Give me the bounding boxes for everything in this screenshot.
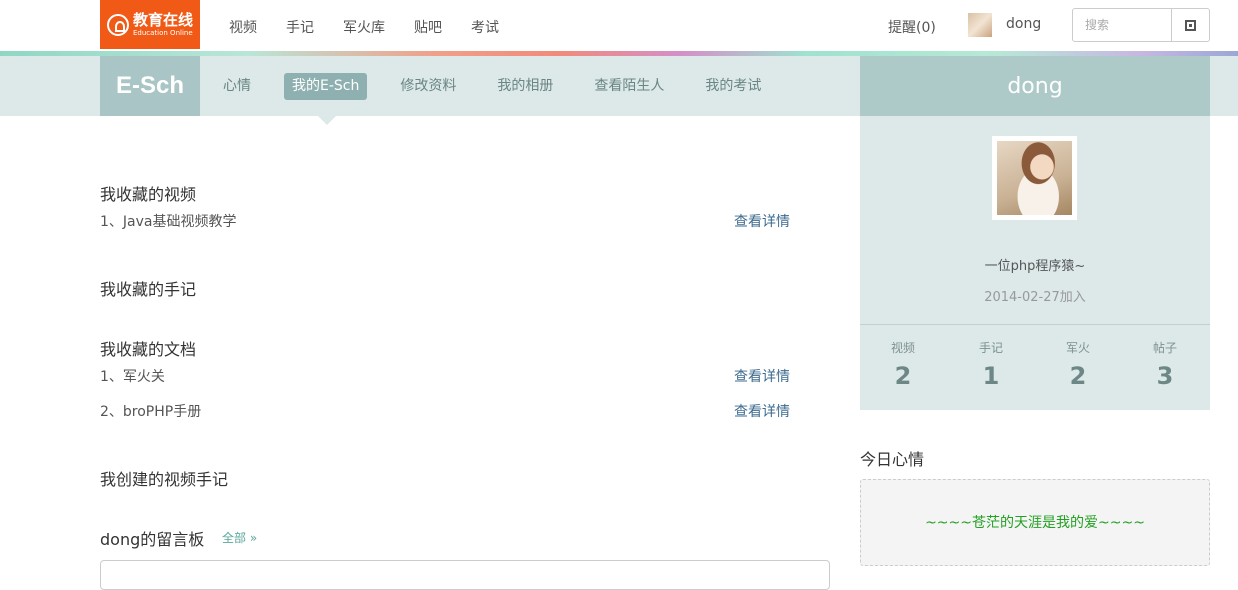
logo-subtext: Education Online xyxy=(132,28,193,37)
profile-joined-date: 2014-02-27加入 xyxy=(984,290,1086,305)
list-item: 1、军火关 xyxy=(100,369,165,385)
list-item: 1、Java基础视频教学 xyxy=(100,214,237,230)
qr-code-button[interactable] xyxy=(1171,8,1210,42)
nav-item-exam[interactable]: 考试 xyxy=(471,17,499,37)
nav-item-notes[interactable]: 手记 xyxy=(286,17,314,37)
notifications-link[interactable]: 提醒(0) xyxy=(888,17,936,37)
view-details-link[interactable]: 查看详情 xyxy=(734,211,790,231)
section-title-notes: 我收藏的手记 xyxy=(100,280,197,299)
profile-bio: 一位php程序猿~ xyxy=(984,259,1086,274)
active-tab-pointer xyxy=(318,116,336,125)
tab-edit-profile[interactable]: 修改资料 xyxy=(400,73,456,100)
list-item: 2、broPHP手册 xyxy=(100,404,202,420)
sub-nav: 心情 我的E-Sch 修改资料 我的相册 查看陌生人 我的考试 xyxy=(223,73,802,100)
view-all-link[interactable]: 全部 » xyxy=(222,529,257,546)
esch-brand[interactable]: E-Sch xyxy=(100,56,200,116)
logo-text: 教育在线 xyxy=(132,10,193,29)
nav-item-forum[interactable]: 贴吧 xyxy=(414,17,442,37)
tab-mood[interactable]: 心情 xyxy=(223,73,251,100)
site-logo[interactable]: 教育在线 Education Online xyxy=(100,0,200,49)
section-title-message-board: dong的留言板 xyxy=(100,530,205,549)
section-title-created: 我创建的视频手记 xyxy=(100,470,229,489)
username-link[interactable]: dong xyxy=(1006,16,1041,32)
section-title-videos: 我收藏的视频 xyxy=(100,185,197,204)
nav-item-arsenal[interactable]: 军火库 xyxy=(343,17,385,37)
stat-videos[interactable]: 视频 2 xyxy=(863,339,943,390)
top-bar: 教育在线 Education Online 视频 手记 军火库 贴吧 考试 提醒… xyxy=(0,0,1238,56)
stat-notes[interactable]: 手记 1 xyxy=(951,339,1031,390)
logo-icon xyxy=(106,13,129,36)
stat-label: 帖子 xyxy=(1152,341,1177,355)
stat-value: 2 xyxy=(894,362,912,390)
stat-arsenal[interactable]: 军火 2 xyxy=(1038,339,1118,390)
stat-value: 3 xyxy=(1156,362,1174,390)
stat-label: 军火 xyxy=(1065,341,1090,355)
stat-label: 手记 xyxy=(978,341,1003,355)
profile-name: dong xyxy=(860,56,1210,116)
stat-label: 视频 xyxy=(890,341,915,355)
stat-posts[interactable]: 帖子 3 xyxy=(1125,339,1205,390)
nav-item-videos[interactable]: 视频 xyxy=(229,17,257,37)
stat-value: 2 xyxy=(1069,362,1087,390)
view-details-link[interactable]: 查看详情 xyxy=(734,366,790,386)
tab-my-album[interactable]: 我的相册 xyxy=(497,73,553,100)
qr-code-icon xyxy=(1185,19,1196,31)
tab-my-esch[interactable]: 我的E-Sch xyxy=(284,73,368,100)
tab-view-strangers[interactable]: 查看陌生人 xyxy=(594,73,664,100)
mood-text: ~~~~苍茫的天涯是我的爱~~~~ xyxy=(860,479,1210,566)
section-title-docs: 我收藏的文档 xyxy=(100,340,197,359)
profile-photo-image xyxy=(997,141,1072,215)
view-details-link[interactable]: 查看详情 xyxy=(734,401,790,421)
search-input[interactable]: 搜索 xyxy=(1072,8,1172,42)
main-nav: 视频 手记 军火库 贴吧 考试 xyxy=(229,17,499,37)
tab-my-exams[interactable]: 我的考试 xyxy=(705,73,761,100)
avatar[interactable] xyxy=(968,13,992,37)
profile-divider xyxy=(860,324,1210,325)
mood-title: 今日心情 xyxy=(860,450,925,469)
profile-photo[interactable] xyxy=(992,136,1077,220)
stat-value: 1 xyxy=(982,362,1000,390)
message-board-input[interactable] xyxy=(100,560,830,590)
